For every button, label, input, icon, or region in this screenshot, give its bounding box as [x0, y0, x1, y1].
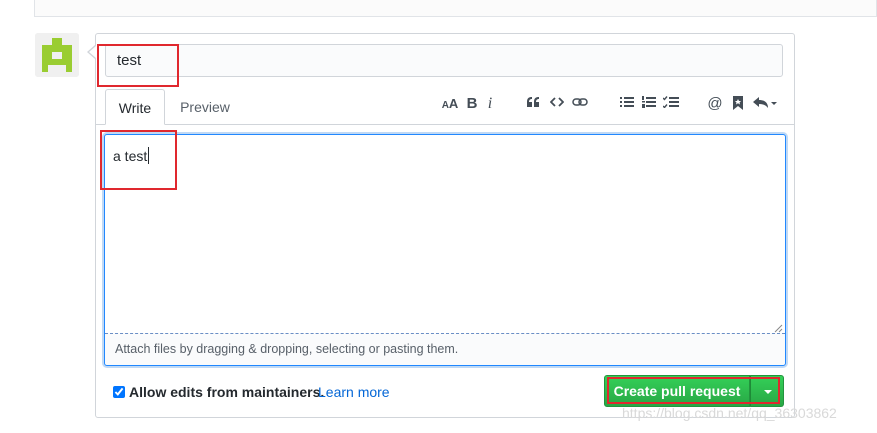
learn-more-link[interactable]: Learn more [318, 384, 390, 400]
create-pull-request-button[interactable]: Create pull request [604, 375, 750, 407]
flash-banner-edge [34, 0, 877, 17]
task-list-icon[interactable] [662, 92, 680, 116]
italic-icon[interactable]: i [484, 92, 496, 116]
tab-write[interactable]: Write [105, 89, 165, 125]
avatar[interactable] [35, 33, 79, 77]
tab-preview[interactable]: Preview [170, 89, 240, 125]
link-icon[interactable] [570, 92, 590, 116]
comment-editor[interactable]: a test Attach files by dragging & droppi… [104, 134, 786, 366]
chevron-down-icon [764, 390, 772, 394]
bold-icon[interactable]: B [464, 92, 480, 116]
title-input[interactable] [105, 44, 783, 77]
resize-handle-icon[interactable] [774, 324, 783, 333]
unordered-list-icon[interactable] [618, 92, 636, 116]
editor-text: a test [113, 148, 148, 164]
reference-icon[interactable] [730, 92, 746, 116]
text-cursor [148, 147, 150, 164]
reply-icon[interactable] [750, 92, 780, 116]
identicon-image [35, 33, 79, 77]
header-icon[interactable]: AA [440, 92, 460, 116]
create-pr-button-group: Create pull request [604, 375, 784, 407]
code-icon[interactable] [548, 92, 566, 116]
allow-edits-label[interactable]: Allow edits from maintainers. [129, 384, 324, 400]
ordered-list-icon[interactable] [640, 92, 658, 116]
mention-icon[interactable]: @ [706, 92, 724, 116]
create-pr-dropdown-button[interactable] [750, 375, 784, 407]
quote-icon[interactable] [524, 92, 542, 116]
allow-edits-checkbox[interactable] [113, 386, 125, 398]
watermark-text: https://blog.csdn.net/qq_36303862 [622, 405, 837, 421]
file-attach-bar[interactable]: Attach files by dragging & dropping, sel… [105, 333, 785, 365]
